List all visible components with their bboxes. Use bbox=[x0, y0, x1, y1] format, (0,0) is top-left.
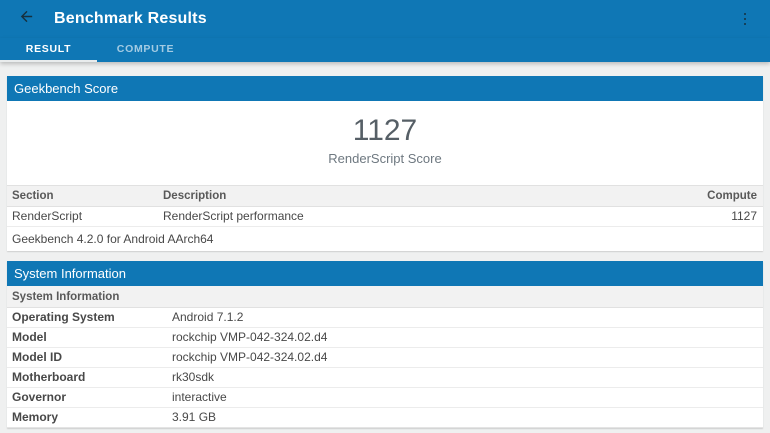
row-label: Governor bbox=[12, 388, 172, 407]
table-row: RenderScript RenderScript performance 11… bbox=[7, 207, 763, 227]
overflow-menu-button[interactable] bbox=[732, 6, 758, 32]
table-row-model-id: Model ID rockchip VMP-042-324.02.d4 bbox=[7, 348, 763, 368]
tab-compute-label: COMPUTE bbox=[117, 43, 174, 55]
page-title: Benchmark Results bbox=[54, 10, 732, 28]
row-value: interactive bbox=[172, 388, 763, 407]
geekbench-version-note: Geekbench 4.2.0 for Android AArch64 bbox=[7, 227, 763, 251]
column-header-description: Description bbox=[163, 186, 707, 206]
cell-section: RenderScript bbox=[12, 207, 163, 226]
row-value: rockchip VMP-042-324.02.d4 bbox=[172, 328, 763, 347]
tab-bar: RESULT COMPUTE bbox=[0, 38, 770, 62]
cell-description: RenderScript performance bbox=[163, 207, 731, 226]
tab-result[interactable]: RESULT bbox=[0, 38, 97, 62]
score-value: 1127 bbox=[7, 101, 763, 147]
score-label: RenderScript Score bbox=[7, 151, 763, 166]
cell-compute: 1127 bbox=[731, 207, 757, 226]
row-label: Memory bbox=[12, 408, 172, 427]
row-value: rk30sdk bbox=[172, 368, 763, 387]
table-row-model: Model rockchip VMP-042-324.02.d4 bbox=[7, 328, 763, 348]
table-row-memory: Memory 3.91 GB bbox=[7, 408, 763, 428]
system-information-card: System Information System Information Op… bbox=[7, 261, 763, 428]
app-bar: Benchmark Results bbox=[0, 0, 770, 38]
row-label: Motherboard bbox=[12, 368, 172, 387]
row-value: Android 7.1.2 bbox=[172, 308, 763, 327]
system-information-subheader: System Information bbox=[7, 286, 763, 308]
geekbench-score-section-header: Geekbench Score bbox=[7, 76, 763, 101]
row-label: Model bbox=[12, 328, 172, 347]
active-tab-indicator bbox=[0, 60, 97, 63]
row-value: rockchip VMP-042-324.02.d4 bbox=[172, 348, 763, 367]
score-area: 1127 RenderScript Score bbox=[7, 101, 763, 185]
table-row-operating-system: Operating System Android 7.1.2 bbox=[7, 308, 763, 328]
vertical-ellipsis-icon bbox=[744, 13, 747, 26]
row-label: Operating System bbox=[12, 308, 172, 327]
tab-result-label: RESULT bbox=[26, 43, 71, 55]
table-row-governor: Governor interactive bbox=[7, 388, 763, 408]
row-label: Model ID bbox=[12, 348, 172, 367]
benchmark-table-header: Section Description Compute bbox=[7, 185, 763, 207]
tab-compute[interactable]: COMPUTE bbox=[97, 38, 194, 62]
system-information-section-header: System Information bbox=[7, 261, 763, 286]
geekbench-score-card: Geekbench Score 1127 RenderScript Score … bbox=[7, 76, 763, 251]
row-value: 3.91 GB bbox=[172, 408, 763, 427]
table-row-motherboard: Motherboard rk30sdk bbox=[7, 368, 763, 388]
column-header-section: Section bbox=[12, 186, 163, 206]
back-button[interactable] bbox=[13, 6, 39, 32]
arrow-left-icon bbox=[18, 8, 35, 30]
column-header-compute: Compute bbox=[707, 186, 757, 206]
